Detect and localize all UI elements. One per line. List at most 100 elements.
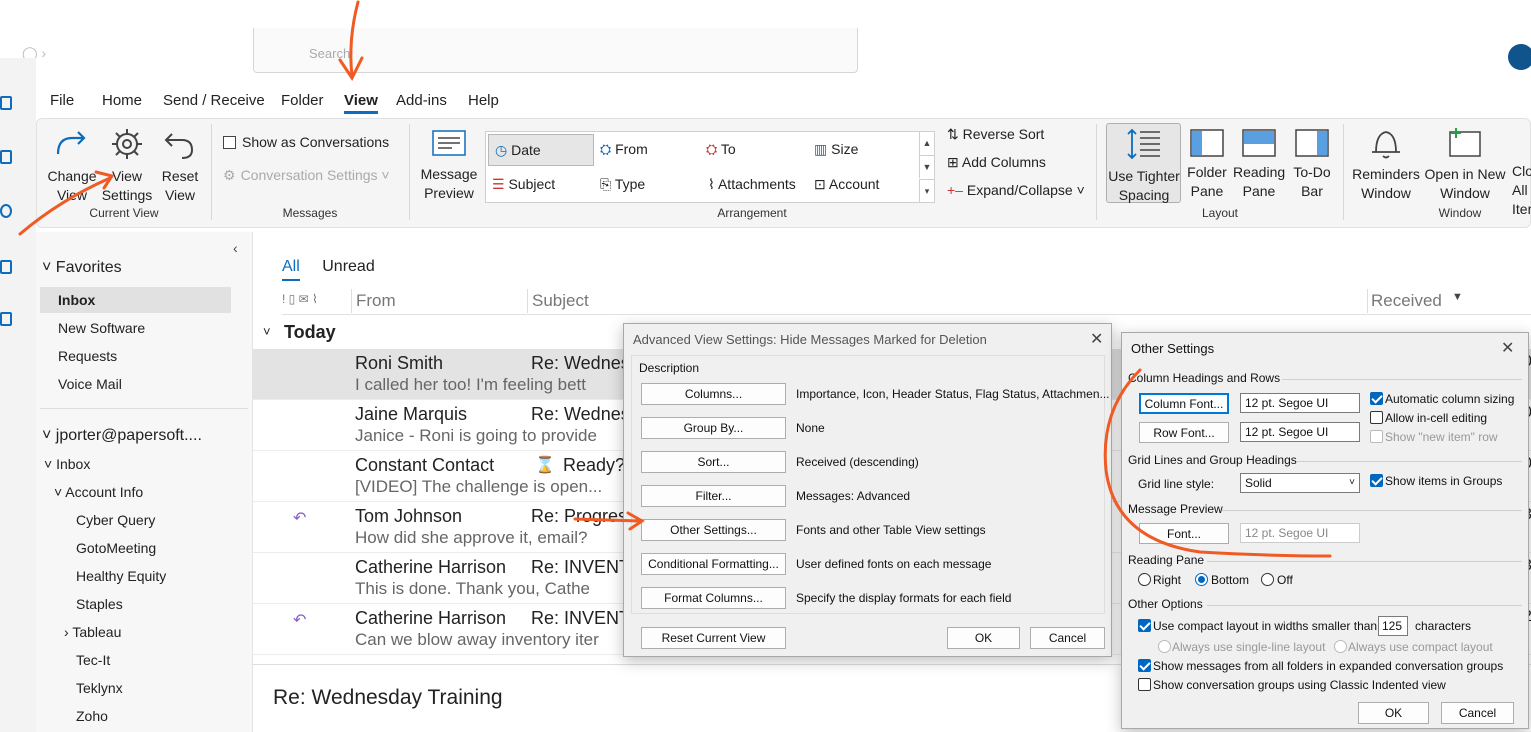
open-new-window-button[interactable]: Open in New Window <box>1422 126 1508 203</box>
column-font-button[interactable]: Column Font... <box>1139 393 1229 414</box>
group-by-button[interactable]: Group By... <box>641 417 786 439</box>
reset-current-view-button[interactable]: Reset Current View <box>641 627 786 649</box>
cancel-button[interactable]: Cancel <box>1441 702 1514 724</box>
account-icon: ⊡ <box>814 176 826 192</box>
menu-folder[interactable]: Folder <box>281 92 324 109</box>
message-subject: Re: INVENT <box>531 608 631 628</box>
ok-button[interactable]: OK <box>1358 702 1429 724</box>
show-items-in-groups-checkbox[interactable] <box>1370 474 1383 487</box>
gallery-more[interactable]: ▾ <box>919 179 934 202</box>
grid-line-style-select[interactable]: Solid ˅ <box>1240 473 1360 493</box>
folder-gotomeeting[interactable]: GotoMeeting <box>76 540 156 556</box>
ok-button[interactable]: OK <box>947 627 1020 649</box>
folder-requests[interactable]: Requests <box>58 348 117 364</box>
close-all-items-button[interactable]: Close All Items <box>1512 126 1531 219</box>
arrange-size[interactable]: ▥ Size <box>814 141 858 158</box>
folder-inbox[interactable]: ˅ Inbox <box>44 456 90 472</box>
conditional-formatting-button[interactable]: Conditional Formatting... <box>641 553 786 575</box>
folder-voice-mail[interactable]: Voice Mail <box>58 376 122 392</box>
folder-healthy-equity[interactable]: Healthy Equity <box>76 568 166 584</box>
reading-pane-right-radio[interactable] <box>1138 573 1151 586</box>
menu-file[interactable]: File <box>50 92 74 109</box>
expand-collapse-button[interactable]: +– Expand/Collapse ˅ <box>947 182 1085 198</box>
folder-account-info[interactable]: ˅ Account Info <box>54 484 143 500</box>
menu-send-receive[interactable]: Send / Receive <box>163 92 265 109</box>
reminders-window-button[interactable]: Reminders Window <box>1352 126 1420 203</box>
gallery-scroll-up[interactable]: ▲ <box>919 132 934 155</box>
folder-teklynx[interactable]: Teklynx <box>76 680 123 696</box>
preview-font-button[interactable]: Font... <box>1139 523 1229 544</box>
allow-incell-editing-checkbox[interactable] <box>1370 411 1383 424</box>
folder-cyber-query[interactable]: Cyber Query <box>76 512 155 528</box>
view-settings-button[interactable]: View Settings <box>100 126 154 205</box>
column-divider[interactable] <box>527 289 528 313</box>
gallery-scroll-down[interactable]: ▼ <box>919 155 934 178</box>
show-all-folders-checkbox[interactable] <box>1138 659 1151 672</box>
reset-view-button[interactable]: Reset View <box>156 126 204 205</box>
favorites-header[interactable]: ˅ Favorites <box>42 259 122 277</box>
menu-help[interactable]: Help <box>468 92 499 109</box>
account-header[interactable]: ˅ jporter@papersoft.... <box>42 427 202 445</box>
column-received[interactable]: Received <box>1371 291 1442 311</box>
column-icons[interactable]: ! ▯ ✉ ⌇ <box>282 292 318 306</box>
filter-button[interactable]: Filter... <box>641 485 786 507</box>
reading-pane-button[interactable]: Reading Pane <box>1233 128 1285 201</box>
mail-icon[interactable] <box>0 96 12 110</box>
search-box[interactable]: Search <box>253 28 858 73</box>
compact-layout-checkbox[interactable] <box>1138 619 1151 632</box>
arrange-type[interactable]: ⎘ Type <box>600 176 645 193</box>
cancel-button[interactable]: Cancel <box>1030 627 1105 649</box>
reading-pane-bottom-radio[interactable] <box>1195 573 1208 586</box>
tab-all[interactable]: All <box>282 258 300 281</box>
folder-favorite-inbox[interactable]: Inbox <box>58 292 95 308</box>
format-columns-button[interactable]: Format Columns... <box>641 587 786 609</box>
tasks-icon[interactable] <box>0 260 12 274</box>
arrange-subject[interactable]: ☰ Subject <box>492 176 555 193</box>
collapse-pane-icon[interactable]: ‹ <box>233 240 238 256</box>
menu-home[interactable]: Home <box>102 92 142 109</box>
show-new-item-row-label: Show "new item" row <box>1385 430 1498 444</box>
message-from: Catherine Harrison <box>355 557 507 577</box>
folder-pane-button[interactable]: Folder Pane <box>1184 128 1230 201</box>
columns-button[interactable]: Columns... <box>641 383 786 405</box>
sort-button[interactable]: Sort... <box>641 451 786 473</box>
folder-tec-it[interactable]: Tec-It <box>76 652 110 668</box>
reading-pane-off-radio[interactable] <box>1261 573 1274 586</box>
folder-staples[interactable]: Staples <box>76 596 123 612</box>
reverse-sort-button[interactable]: ⇅ Reverse Sort <box>947 126 1044 143</box>
compact-width-input[interactable]: 125 <box>1378 616 1408 636</box>
app-strip <box>0 58 36 732</box>
folder-new-software[interactable]: New Software <box>58 320 145 336</box>
message-preview-button[interactable]: Message Preview <box>418 128 480 203</box>
apps-icon[interactable] <box>0 312 12 326</box>
menu-add-ins[interactable]: Add-ins <box>396 92 447 109</box>
classic-indented-checkbox[interactable] <box>1138 678 1151 691</box>
column-from[interactable]: From <box>356 291 396 311</box>
column-divider[interactable] <box>351 289 352 313</box>
other-settings-button[interactable]: Other Settings... <box>641 519 786 541</box>
close-icon[interactable]: ✕ <box>1501 338 1514 358</box>
calendar-icon[interactable] <box>0 150 12 164</box>
arrange-to[interactable]: ⛭ To <box>706 141 736 158</box>
arrange-attachments[interactable]: ⌇ Attachments <box>708 176 796 193</box>
folder-zoho[interactable]: Zoho <box>76 708 108 724</box>
add-columns-button[interactable]: ⊞ Add Columns <box>947 154 1046 171</box>
people-icon[interactable] <box>0 204 12 218</box>
folder-tableau[interactable]: › Tableau <box>64 624 121 640</box>
arrange-date[interactable]: ◷ Date <box>488 134 594 166</box>
avatar[interactable] <box>1508 44 1531 70</box>
row-font-button[interactable]: Row Font... <box>1139 422 1229 443</box>
column-subject[interactable]: Subject <box>532 291 589 311</box>
arrange-account[interactable]: ⊡ Account <box>814 176 879 193</box>
menu-view[interactable]: View <box>344 92 378 114</box>
todo-bar-button[interactable]: To-Do Bar <box>1289 128 1335 201</box>
change-view-button[interactable]: Change View <box>44 126 100 205</box>
other-options-group-label: Other Options <box>1128 597 1203 611</box>
arrange-from[interactable]: ⛭ From <box>600 141 648 158</box>
auto-column-sizing-checkbox[interactable] <box>1370 392 1383 405</box>
tab-unread[interactable]: Unread <box>322 258 374 275</box>
column-divider[interactable] <box>1367 289 1368 313</box>
close-icon[interactable]: ✕ <box>1090 329 1103 349</box>
show-as-conversations-checkbox[interactable]: Show as Conversations <box>223 134 389 150</box>
use-tighter-spacing-button[interactable]: Use Tighter Spacing <box>1106 123 1181 203</box>
